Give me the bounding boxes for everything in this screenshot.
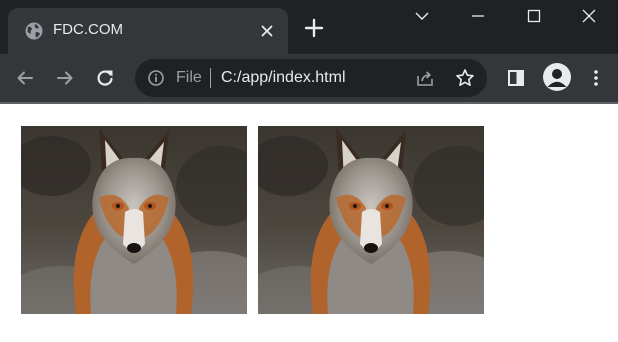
star-icon[interactable] (455, 68, 475, 88)
tab-search-button[interactable] (395, 0, 451, 32)
plus-icon[interactable] (302, 16, 326, 40)
minimize-icon (472, 15, 484, 17)
url-divider (210, 68, 211, 88)
url-text[interactable]: C:/app/index.html (221, 68, 346, 88)
share-icon[interactable] (415, 68, 435, 88)
forward-button[interactable] (51, 64, 79, 92)
window-close-button[interactable] (562, 0, 618, 32)
avatar[interactable] (543, 63, 571, 91)
toolbar: File C:/app/index.html (0, 54, 618, 102)
address-bar[interactable]: File C:/app/index.html (135, 59, 487, 97)
browser-window: FDC.COM File C:/app/index.html (0, 0, 618, 342)
arrow-right-icon (57, 71, 73, 85)
url-scheme: File (176, 69, 202, 86)
avatar-icon (547, 69, 567, 87)
fox-photo (21, 126, 247, 314)
back-button[interactable] (11, 64, 39, 92)
close-icon (582, 9, 596, 23)
menu-button[interactable] (582, 64, 610, 92)
side-panel-button[interactable] (502, 64, 530, 92)
fox-image (21, 126, 247, 314)
maximize-button[interactable] (507, 0, 563, 32)
chevron-down-icon (415, 12, 429, 20)
maximize-icon (527, 9, 541, 23)
minimize-button[interactable] (451, 0, 507, 32)
page-content (0, 104, 618, 342)
fox-photo (258, 126, 484, 314)
close-icon[interactable] (258, 22, 276, 40)
globe-icon (25, 22, 43, 40)
tab-strip: FDC.COM (0, 0, 618, 54)
tab-title: FDC.COM (53, 21, 123, 38)
reload-icon (97, 70, 113, 86)
fox-image (258, 126, 484, 314)
side-panel-icon (508, 70, 524, 86)
arrow-left-icon (17, 71, 33, 85)
kebab-menu-icon (594, 70, 598, 86)
info-icon[interactable] (147, 69, 165, 87)
reload-button[interactable] (91, 64, 119, 92)
tab-fdc[interactable]: FDC.COM (8, 8, 288, 54)
